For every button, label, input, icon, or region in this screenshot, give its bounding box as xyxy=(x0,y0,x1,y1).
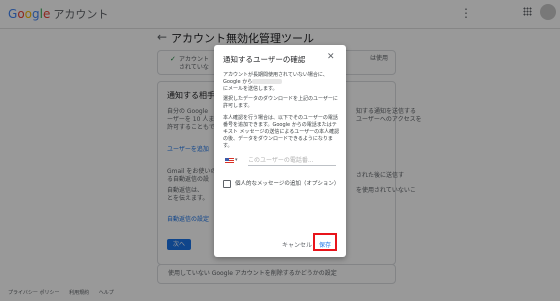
dialog-text: にメールを送信します。 xyxy=(223,86,278,92)
confirm-notify-dialog: 通知するユーザーの確認 ✕ アカウントが長期間使用されていない場合に、Googl… xyxy=(214,45,346,257)
dialog-paragraph: 本人確認を行う場合は、以下でそのユーザーの電話番号を追加できます。Google … xyxy=(223,115,340,149)
redacted-email xyxy=(252,79,283,84)
phone-number-input[interactable]: このユーザーの電話番... xyxy=(248,156,336,166)
personal-message-checkbox[interactable] xyxy=(223,180,231,188)
us-flag-icon[interactable] xyxy=(225,158,234,164)
close-icon[interactable]: ✕ xyxy=(327,52,335,62)
dialog-paragraph: 選択したデータのダウンロードを上記のユーザーに許可します。 xyxy=(223,96,338,109)
checkbox-label: 個人的なメッセージの追加（オプション） xyxy=(235,181,340,187)
chevron-down-icon[interactable]: ▾ xyxy=(235,157,238,163)
dialog-title: 通知するユーザーの確認 xyxy=(223,55,306,64)
save-button[interactable]: 保存 xyxy=(319,240,331,249)
cancel-button[interactable]: キャンセル xyxy=(282,240,312,249)
dialog-paragraph: アカウントが長期間使用されていない場合に、Google から にメールを送信しま… xyxy=(223,72,341,93)
